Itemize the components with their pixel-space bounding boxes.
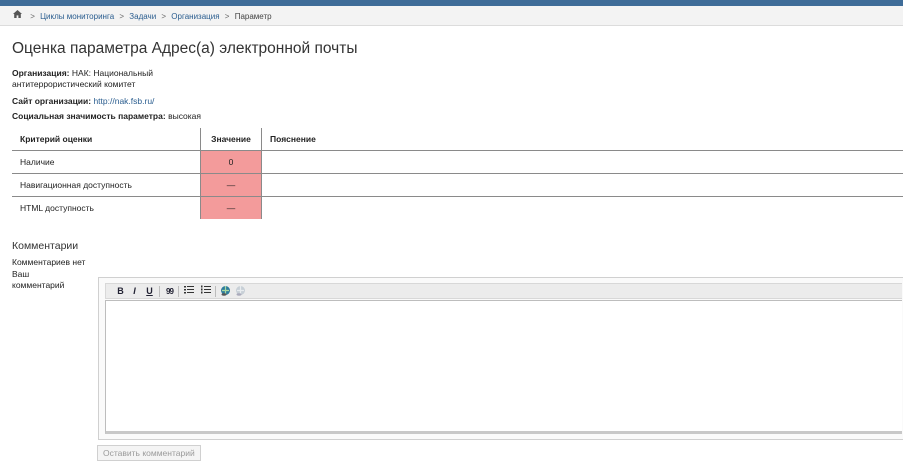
significance-info: Социальная значимость параметра: высокая xyxy=(12,111,201,122)
breadcrumb-current: Параметр xyxy=(234,12,272,21)
table-row: Навигационная доступность — xyxy=(12,173,903,197)
column-header-criterion: Критерий оценки xyxy=(12,128,201,151)
criterion-cell: HTML доступность xyxy=(20,203,94,213)
value-cell: 0 xyxy=(200,150,262,174)
no-comments-text: Комментариев нет xyxy=(12,257,86,267)
note-cell xyxy=(261,150,903,174)
criterion-cell: Навигационная доступность xyxy=(12,173,201,197)
submit-comment-button[interactable]: Оставить комментарий xyxy=(97,445,201,461)
note-cell xyxy=(262,197,903,220)
site-label: Сайт организации: xyxy=(12,96,92,106)
value-cell: — xyxy=(200,196,262,219)
organization-label: Организация: xyxy=(12,68,70,78)
your-comment-label-line2: комментарий xyxy=(12,280,65,290)
site-info: Сайт организации: http://nak.fsb.ru/ xyxy=(12,96,154,107)
your-comment-label-line1: Ваш xyxy=(12,269,30,279)
organization-name-line2: антитеррористический комитет xyxy=(12,79,136,89)
toolbar-divider xyxy=(178,286,179,297)
organization-name-line1: НАК: Национальный xyxy=(71,68,153,78)
toolbar-divider xyxy=(215,286,216,297)
breadcrumb: > Циклы мониторинга > Задачи > Организац… xyxy=(0,6,903,26)
comment-textarea[interactable] xyxy=(105,300,902,434)
breadcrumb-separator: > xyxy=(119,12,125,21)
table-row: Наличие 0 xyxy=(12,150,903,174)
breadcrumb-separator: > xyxy=(161,12,167,21)
comment-editor: B I U 99 xyxy=(98,277,903,440)
quote-button[interactable]: 99 xyxy=(163,285,176,298)
criterion-cell: Наличие xyxy=(12,150,201,174)
page-title: Оценка параметра Адрес(а) электронной по… xyxy=(12,40,358,57)
breadcrumb-link-organization[interactable]: Организация xyxy=(171,12,219,21)
significance-label: Социальная значимость параметра: xyxy=(12,111,166,121)
breadcrumb-link-cycles[interactable]: Циклы мониторинга xyxy=(40,12,114,21)
table-header-row: Критерий оценки Значение Пояснение xyxy=(12,128,903,151)
note-cell xyxy=(261,173,903,197)
value-cell: — xyxy=(200,173,262,197)
column-header-note: Пояснение xyxy=(261,128,903,151)
breadcrumb-separator: > xyxy=(30,12,35,21)
table-row: HTML доступность — xyxy=(12,196,903,220)
bold-button[interactable]: B xyxy=(114,285,127,298)
breadcrumb-separator: > xyxy=(224,12,230,21)
toolbar-divider xyxy=(159,286,160,297)
remove-link-icon[interactable] xyxy=(234,285,247,298)
breadcrumb-link-tasks[interactable]: Задачи xyxy=(129,12,156,21)
underline-button[interactable]: U xyxy=(143,285,156,298)
significance-value: высокая xyxy=(168,111,201,121)
editor-toolbar: B I U 99 xyxy=(105,283,902,299)
italic-button[interactable]: I xyxy=(128,285,141,298)
column-header-value: Значение xyxy=(200,128,262,151)
criteria-table: Критерий оценки Значение Пояснение Налич… xyxy=(12,128,903,219)
comments-heading: Комментарии xyxy=(12,240,79,252)
insert-link-icon[interactable] xyxy=(219,285,232,298)
numbered-list-icon[interactable] xyxy=(199,285,212,298)
bulleted-list-icon[interactable] xyxy=(182,285,195,298)
site-link[interactable]: http://nak.fsb.ru/ xyxy=(93,96,154,106)
organization-info: Организация: НАК: Национальный антитерро… xyxy=(12,68,153,90)
your-comment-label: Ваш комментарий xyxy=(12,269,82,291)
home-icon[interactable] xyxy=(13,5,22,26)
